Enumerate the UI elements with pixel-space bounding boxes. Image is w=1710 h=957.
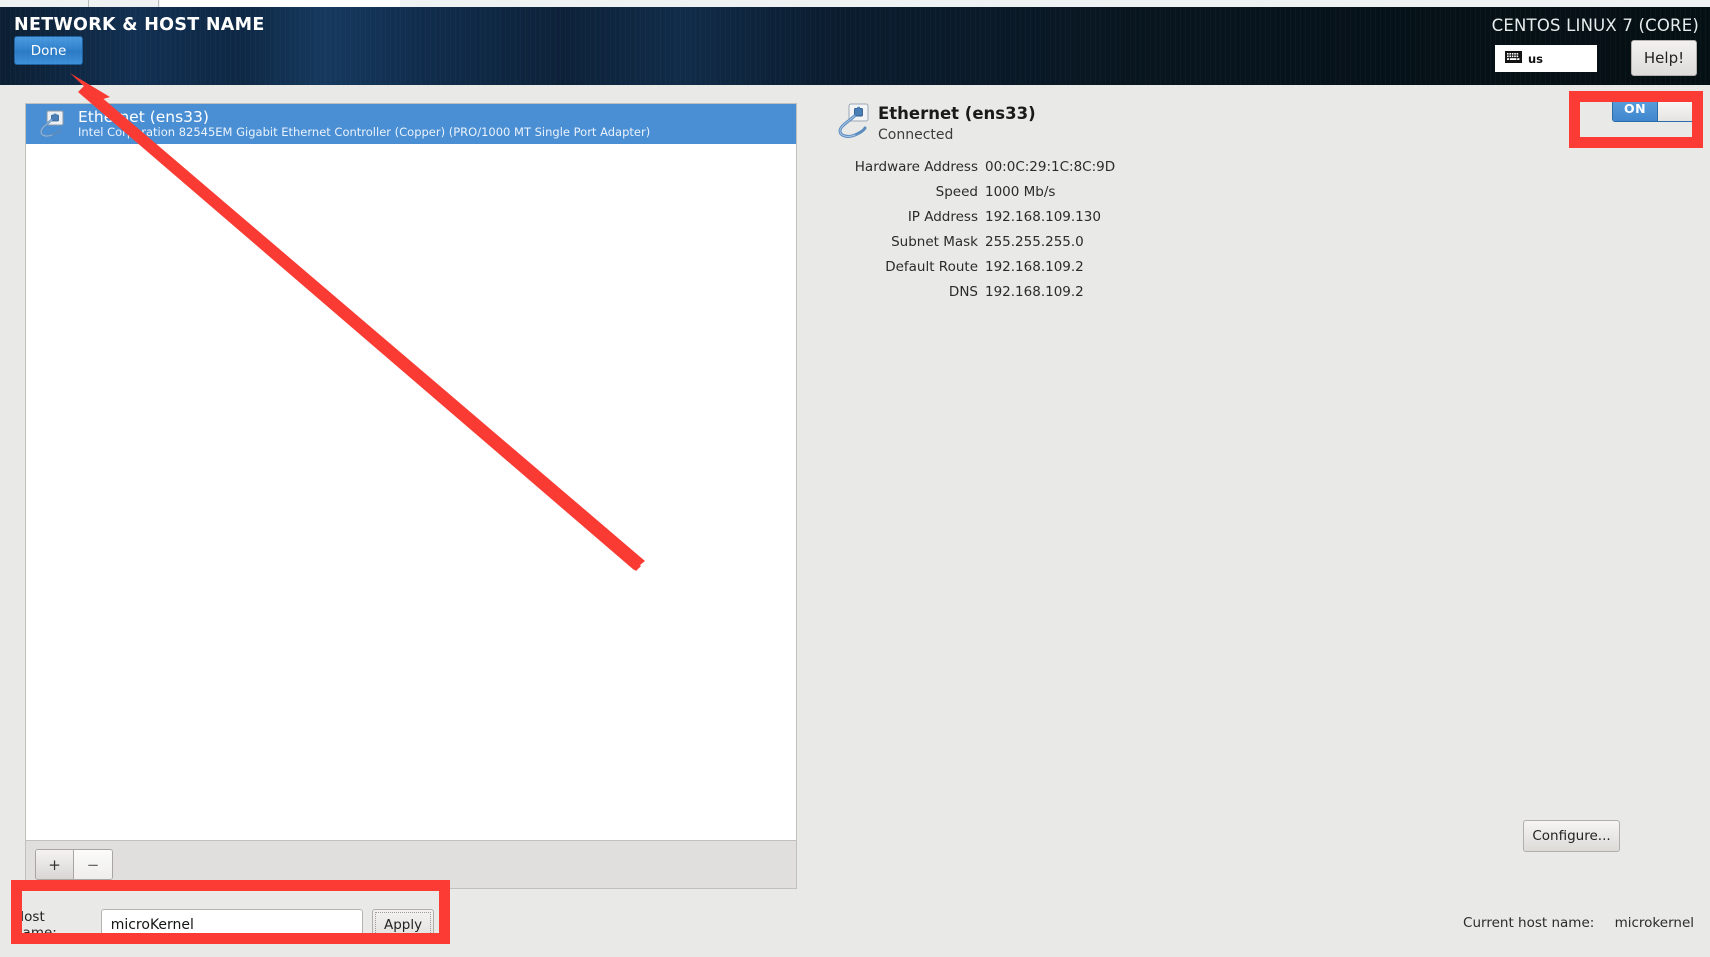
device-detail-header: Ethernet (ens33) Connected [810,103,1450,151]
add-remove-segmented-control: + − [35,849,113,880]
list-item[interactable]: Ethernet (ens33) Intel Corporation 82545… [26,104,796,144]
property-key: Default Route [885,259,978,275]
device-detail-pane: Ethernet (ens33) Connected Hardware Addr… [810,103,1450,309]
toggle-state-label: ON [1613,96,1657,121]
remove-device-button[interactable]: − [74,850,112,879]
current-host-name-value: microkernel [1614,915,1694,931]
host-name-label: Host name: [14,909,57,941]
table-row: Speed 1000 Mb/s [810,184,1450,209]
table-row: IP Address 192.168.109.130 [810,209,1450,234]
table-row: Default Route 192.168.109.2 [810,259,1450,284]
page-body: Ethernet (ens33) Intel Corporation 82545… [0,85,1710,957]
property-value: 00:0C:29:1C:8C:9D [985,159,1116,175]
current-host-name-label: Current host name: [1463,915,1595,931]
installer-window: NETWORK & HOST NAME Done CENTOS LINUX 7 … [0,0,1710,957]
property-key: Subnet Mask [891,234,978,250]
page-title: NETWORK & HOST NAME [14,15,265,35]
property-value: 192.168.109.2 [985,284,1084,300]
network-toggle-wrapper: ON [1612,95,1694,122]
property-value: 192.168.109.130 [985,209,1101,225]
device-properties-table: Hardware Address 00:0C:29:1C:8C:9D Speed… [810,159,1450,309]
detail-device-name: Ethernet (ens33) [878,104,1036,123]
app-header: NETWORK & HOST NAME Done CENTOS LINUX 7 … [0,7,1710,85]
done-button[interactable]: Done [14,36,83,65]
table-row: Hardware Address 00:0C:29:1C:8C:9D [810,159,1450,184]
property-key: DNS [948,284,978,300]
configure-button[interactable]: Configure... [1523,820,1620,852]
property-value: 192.168.109.2 [985,259,1084,275]
property-value: 255.255.255.0 [985,234,1084,250]
device-name: Ethernet (ens33) [78,108,209,126]
apply-button[interactable]: Apply [372,908,434,942]
device-list-toolbar: + − [25,841,797,889]
host-name-bar: Host name: microKernel Apply [14,905,434,945]
help-button[interactable]: Help! [1631,40,1697,76]
device-description: Intel Corporation 82545EM Gigabit Ethern… [78,125,651,139]
property-value: 1000 Mb/s [985,184,1056,200]
network-device-list[interactable]: Ethernet (ens33) Intel Corporation 82545… [25,103,797,841]
window-chrome-strip [0,0,1710,7]
distro-brand-label: CENTOS LINUX 7 (CORE) [1491,16,1699,35]
add-device-button[interactable]: + [36,850,74,879]
property-key: Hardware Address [854,159,978,175]
property-key: Speed [935,184,978,200]
ethernet-port-icon [838,103,872,143]
host-name-input[interactable]: microKernel [100,908,364,942]
keyboard-icon [1505,51,1522,66]
table-row: Subnet Mask 255.255.255.0 [810,234,1450,259]
property-key: IP Address [907,209,978,225]
toggle-knob[interactable] [1657,96,1693,121]
detail-connection-status: Connected [878,127,954,143]
network-enable-toggle[interactable]: ON [1612,95,1694,122]
ethernet-port-icon [38,109,68,139]
current-host-name: Current host name: microkernel [1463,915,1694,931]
keyboard-layout-label: us [1528,51,1544,66]
keyboard-layout-indicator[interactable]: us [1495,45,1597,72]
table-row: DNS 192.168.109.2 [810,284,1450,309]
